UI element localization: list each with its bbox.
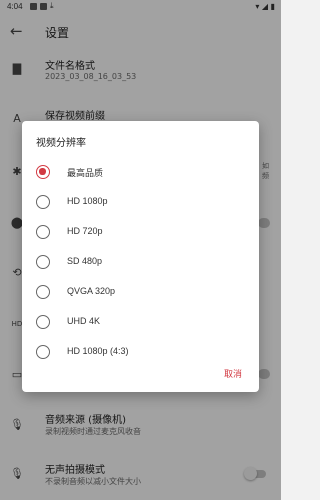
radio-button[interactable]	[36, 285, 50, 299]
option-label: HD 720p	[67, 226, 103, 236]
option-best-quality[interactable]: 最高品质	[22, 158, 259, 188]
dialog-title: 视频分辨率	[36, 138, 86, 149]
option-label: 最高品质	[67, 168, 104, 178]
option-qvga-320p[interactable]: QVGA 320p	[22, 278, 259, 308]
option-uhd-4k[interactable]: UHD 4K	[22, 308, 259, 338]
resolution-dialog: 视频分辨率 最高品质 HD 1080p HD 720p SD 480p QVGA…	[22, 121, 259, 392]
option-label: SD 480p	[67, 256, 103, 266]
option-hd-1080p[interactable]: HD 1080p	[22, 188, 259, 218]
radio-button[interactable]	[36, 315, 50, 329]
radio-button[interactable]	[36, 195, 50, 209]
option-label: HD 1080p	[67, 196, 108, 206]
option-sd-480p[interactable]: SD 480p	[22, 248, 259, 278]
option-label: QVGA 320p	[67, 286, 116, 296]
radio-button[interactable]	[36, 255, 50, 269]
radio-button[interactable]	[36, 225, 50, 239]
option-hd-1080p-4-3[interactable]: HD 1080p (4:3)	[22, 338, 259, 368]
option-label: HD 1080p (4:3)	[67, 346, 129, 356]
radio-button[interactable]	[36, 345, 50, 359]
cancel-button[interactable]: 取消	[224, 367, 242, 380]
option-label: UHD 4K	[67, 316, 101, 326]
radio-button-selected[interactable]	[36, 165, 50, 179]
option-hd-720p[interactable]: HD 720p	[22, 218, 259, 248]
